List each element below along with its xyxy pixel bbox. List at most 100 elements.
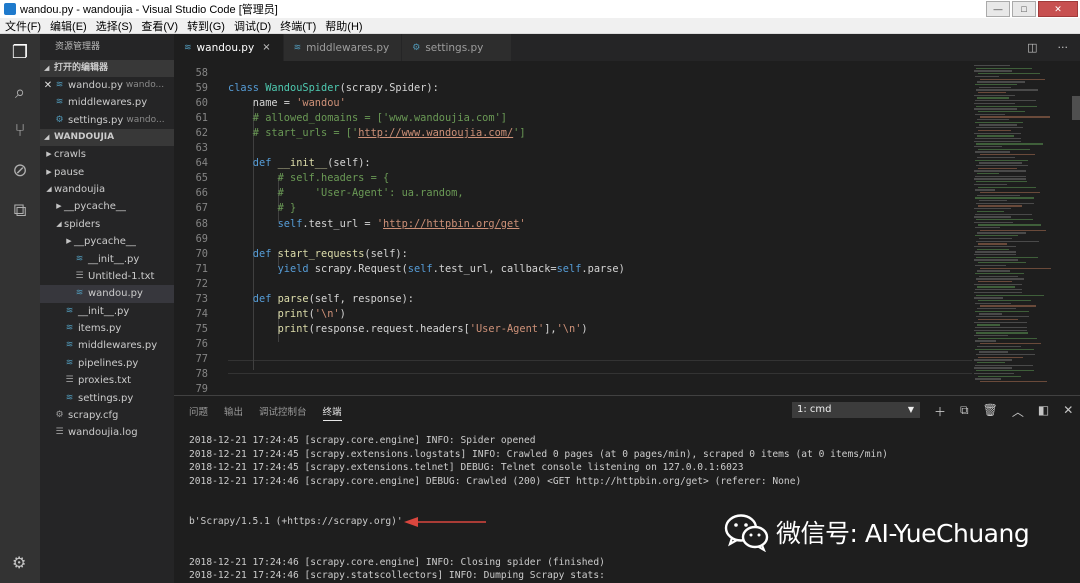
open-editor-wandou-py[interactable]: ✕ ≋ wandou.py wando...	[40, 77, 174, 94]
minimap-line	[974, 108, 1018, 110]
more-actions-icon[interactable]: ···	[1058, 41, 1069, 54]
minimap-line	[978, 337, 1037, 340]
minimap-line	[978, 299, 1032, 302]
panel-tab-0[interactable]: 问题	[189, 404, 208, 421]
open-editor-settings-py[interactable]: ⚙ settings.py wando...	[40, 112, 174, 129]
close-icon[interactable]: ✕	[42, 77, 54, 94]
tree-item-init-py[interactable]: ≋ __init__.py	[40, 251, 174, 268]
toggle-panel-icon[interactable]: ◧	[1038, 403, 1049, 420]
code-token: .parse)	[581, 262, 625, 275]
tree-item-pipelines-py[interactable]: ≋ pipelines.py	[40, 355, 174, 372]
terminal-select[interactable]: 1: cmd ▼	[792, 402, 920, 418]
menu-item-5[interactable]: 调试(D)	[229, 18, 275, 34]
minimap[interactable]	[972, 61, 1068, 395]
split-terminal-icon[interactable]: ⧉	[960, 403, 969, 420]
minimap-line	[974, 221, 1013, 223]
menu-item-6[interactable]: 终端(T)	[275, 18, 320, 34]
menu-item-0[interactable]: 文件(F)	[0, 18, 45, 34]
tree-item-pycache[interactable]: ▶ __pycache__	[40, 198, 174, 215]
tree-item-wandoujia-log[interactable]: ☰ wandoujia.log	[40, 424, 174, 441]
tree-item-label: wandoujia	[54, 183, 106, 195]
tab-middlewares-py[interactable]: ≋ middlewares.py	[283, 34, 403, 61]
minimap-line	[976, 218, 1033, 221]
wechat-watermark: 微信号: AI-YueChuang	[724, 512, 1030, 552]
text-file-icon: ☰	[55, 427, 64, 438]
minimap-line	[980, 154, 1035, 156]
tree-item-scrapy-cfg[interactable]: ⚙ scrapy.cfg	[40, 407, 174, 424]
line-number: 68	[195, 217, 208, 230]
line-number: 61	[195, 112, 208, 125]
code-token: )	[581, 322, 588, 335]
code-text: print('\n')	[228, 308, 346, 320]
minimap-line	[975, 197, 1034, 199]
tree-item-wandou-py[interactable]: ≋ wandou.py	[40, 285, 174, 303]
minimap-line	[978, 281, 1013, 283]
close-button[interactable]: ✕	[1038, 1, 1078, 17]
code-line-74: 74 print('\n')	[174, 308, 974, 323]
menu-item-7[interactable]: 帮助(H)	[320, 18, 366, 34]
minimap-line	[975, 100, 1037, 102]
trash-icon[interactable]: 🗑	[983, 403, 998, 420]
menu-item-1[interactable]: 编辑(E)	[45, 18, 91, 34]
menu-item-3[interactable]: 查看(V)	[136, 18, 182, 34]
menu-item-2[interactable]: 选择(S)	[91, 18, 137, 34]
tab-wandou-py[interactable]: ≋ wandou.py ×	[174, 34, 284, 61]
tree-item-wandoujia[interactable]: ◢ wandoujia	[40, 181, 174, 198]
minimap-line	[975, 121, 1023, 124]
source-control-icon[interactable]: ⑂	[8, 118, 32, 142]
minimap-line	[977, 210, 1004, 213]
tree-item-spiders[interactable]: ◢ spiders	[40, 216, 174, 233]
line-number: 71	[195, 262, 208, 275]
panel-tab-2[interactable]: 调试控制台	[259, 404, 307, 421]
line-number: 63	[195, 142, 208, 155]
explorer-icon[interactable]: ❐	[8, 40, 32, 64]
maximize-button[interactable]: □	[1012, 1, 1036, 17]
minimap-line	[974, 94, 1016, 97]
debug-icon[interactable]: ⊘	[8, 158, 32, 182]
close-panel-icon[interactable]: ✕	[1063, 403, 1073, 420]
minimap-line	[977, 362, 1005, 364]
minimap-line	[975, 235, 1019, 237]
panel-tab-3[interactable]: 终端	[322, 404, 342, 421]
tree-item-middlewares-py[interactable]: ≋ middlewares.py	[40, 337, 174, 354]
minimap-line	[975, 83, 1018, 86]
tree-item-pause[interactable]: ▶ pause	[40, 164, 174, 181]
gear-icon[interactable]: ⚙	[12, 553, 26, 572]
split-editor-icon[interactable]: ◫	[1027, 41, 1037, 54]
minimap-line	[974, 359, 1012, 361]
extensions-icon[interactable]: ⧉	[8, 198, 32, 222]
minimap-line	[974, 102, 1016, 105]
gear-icon: ⚙	[55, 410, 64, 421]
line-number: 58	[195, 67, 208, 79]
tree-item-pycache[interactable]: ▶ __pycache__	[40, 233, 174, 250]
open-editor-middlewares-py[interactable]: ≋ middlewares.py	[40, 94, 174, 111]
code-editor[interactable]: 58 59 class WandouSpider(scrapy.Spider): 60…	[174, 61, 1080, 395]
open-editors-header[interactable]: ◢ 打开的编辑器	[40, 60, 174, 77]
python-file-icon: ≋	[55, 79, 64, 90]
tree-item-settings-py[interactable]: ≋ settings.py	[40, 390, 174, 407]
search-icon[interactable]: ⌕	[8, 80, 32, 104]
menu-item-4[interactable]: 转到(G)	[182, 18, 229, 34]
code-token: 'wandou'	[296, 97, 346, 110]
tree-item-init-py[interactable]: ≋ __init__.py	[40, 303, 174, 320]
tree-item-items-py[interactable]: ≋ items.py	[40, 320, 174, 337]
panel-tab-1[interactable]: 输出	[224, 404, 243, 421]
code-line-67: 67 # }	[174, 202, 974, 217]
code-text: # 'User-Agent': ua.random,	[228, 187, 464, 199]
maximize-panel-icon[interactable]: ︿	[1012, 403, 1024, 420]
minimap-line	[974, 245, 1017, 248]
new-terminal-icon[interactable]: ＋	[934, 403, 946, 420]
tab-settings-py[interactable]: ⚙ settings.py	[402, 34, 513, 61]
code-token: self	[556, 262, 582, 275]
tree-item-proxies-txt[interactable]: ☰ proxies.txt	[40, 372, 174, 389]
python-file-icon: ≋	[55, 97, 64, 108]
editor-scrollbar[interactable]	[1072, 96, 1080, 120]
close-icon[interactable]: ×	[262, 42, 270, 53]
tree-item-untitled-1-txt[interactable]: ☰ Untitled-1.txt	[40, 268, 174, 285]
line-number: 78	[195, 368, 208, 380]
tree-item-crawls[interactable]: ▶ crawls	[40, 146, 174, 163]
code-text: yield scrapy.Request(self.test_url, call…	[228, 263, 625, 275]
line-number: 76	[195, 337, 208, 350]
minimize-button[interactable]: —	[986, 1, 1010, 17]
project-header[interactable]: ◢ WANDOUJIA	[40, 129, 174, 147]
